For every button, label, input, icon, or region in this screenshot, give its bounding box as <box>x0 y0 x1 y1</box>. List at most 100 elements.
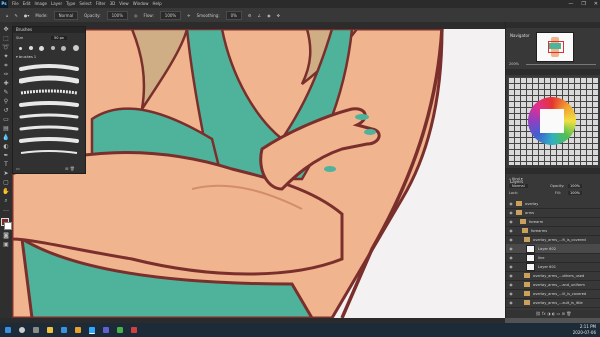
brush-tool-icon[interactable]: ✎ <box>15 13 18 18</box>
new-layer-icon[interactable]: ⊞ <box>562 311 565 316</box>
dodge-tool-icon[interactable]: ◐ <box>2 143 10 150</box>
visibility-eye-icon[interactable]: ◉ <box>508 219 514 224</box>
blur-tool-icon[interactable]: 💧 <box>2 134 10 141</box>
brush-preset[interactable] <box>72 45 79 51</box>
app-icon[interactable] <box>131 327 137 333</box>
menu-help[interactable]: Help <box>152 0 161 8</box>
home-icon[interactable]: ⌂ <box>6 13 9 18</box>
gradient-tool-icon[interactable]: ▤ <box>2 125 10 132</box>
move-tool-icon[interactable]: ✥ <box>2 26 10 33</box>
visibility-eye-icon[interactable]: ◉ <box>508 282 514 287</box>
lasso-tool-icon[interactable]: ➰ <box>2 44 10 51</box>
discord-icon[interactable] <box>103 327 109 333</box>
quick-select-tool-icon[interactable]: ✦ <box>2 53 10 60</box>
airbrush-icon[interactable]: ✈ <box>187 13 190 18</box>
navigator-zoom-slider[interactable] <box>526 64 596 65</box>
close-icon[interactable]: ✕ <box>594 0 598 8</box>
zoom-tool-icon[interactable]: ⌕ <box>2 197 10 204</box>
stamp-tool-icon[interactable]: ⚲ <box>2 98 10 105</box>
hand-tool-icon[interactable]: ✋ <box>2 188 10 195</box>
mode-select[interactable]: Normal <box>53 10 79 20</box>
more-tools-icon[interactable]: … <box>2 206 10 213</box>
menu-filter[interactable]: Filter <box>96 0 106 8</box>
menu-view[interactable]: View <box>119 0 129 8</box>
brush-tool-icon[interactable]: ✎ <box>2 89 10 96</box>
color-wheel-center[interactable] <box>540 109 564 133</box>
navigator-zoom[interactable]: 200% <box>509 62 519 66</box>
opacity-field[interactable]: 100% <box>106 10 129 20</box>
layer-opacity-field[interactable]: 100% <box>568 184 583 188</box>
firefox-icon[interactable] <box>75 327 81 333</box>
pressure-opacity-icon[interactable]: ◎ <box>134 13 138 18</box>
visibility-eye-icon[interactable]: ◉ <box>508 246 514 251</box>
quick-mask-icon[interactable]: ◙ <box>2 232 10 239</box>
visibility-eye-icon[interactable]: ◉ <box>508 264 514 269</box>
visibility-eye-icon[interactable]: ◉ <box>508 291 514 296</box>
path-select-icon[interactable]: ➤ <box>2 170 10 177</box>
adjustment-icon[interactable]: ◐ <box>552 311 556 316</box>
symmetry-icon[interactable]: ✥ <box>277 13 280 18</box>
visibility-eye-icon[interactable]: ◉ <box>508 210 514 215</box>
search-icon[interactable] <box>19 327 25 333</box>
group-icon[interactable]: ▭ <box>557 311 561 316</box>
visibility-eye-icon[interactable]: ◉ <box>508 237 514 242</box>
brush-preset[interactable] <box>19 46 23 50</box>
brush-preset[interactable] <box>39 45 45 51</box>
healing-tool-icon[interactable]: ✚ <box>2 80 10 87</box>
system-tray[interactable]: 2:11 PM 2020-07-06 <box>573 324 596 336</box>
crop-tool-icon[interactable]: ⌗ <box>2 62 10 69</box>
pen-tool-icon[interactable]: ✒ <box>2 152 10 159</box>
brush-preset[interactable] <box>50 46 55 50</box>
eraser-tool-icon[interactable]: ▭ <box>2 116 10 123</box>
screen-mode-icon[interactable]: ▣ <box>2 241 10 248</box>
smoothing-field[interactable]: 0% <box>225 10 242 20</box>
file-explorer-icon[interactable] <box>47 327 53 333</box>
eyedropper-tool-icon[interactable]: ✑ <box>2 71 10 78</box>
menu-file[interactable]: File <box>12 0 19 8</box>
task-view-icon[interactable] <box>33 327 39 333</box>
visibility-eye-icon[interactable]: ◉ <box>508 228 514 233</box>
navigator-view-box[interactable] <box>548 41 564 53</box>
visibility-eye-icon[interactable]: ◉ <box>508 201 514 206</box>
new-folder-icon[interactable]: ▭ <box>16 166 20 171</box>
photoshop-taskbar-icon[interactable] <box>89 326 95 334</box>
visibility-eye-icon[interactable]: ◉ <box>508 300 514 305</box>
edge-icon[interactable] <box>61 327 67 333</box>
menu-layer[interactable]: Layer <box>51 0 62 8</box>
pressure-size-icon[interactable]: ◉ <box>267 13 271 18</box>
layer-row[interactable]: ◉ overlay_arms_...ault_is_ittle <box>506 298 600 308</box>
brush-size-field[interactable]: 50 px <box>51 36 67 40</box>
visibility-eye-icon[interactable]: ◉ <box>508 273 514 278</box>
menu-select[interactable]: Select <box>79 0 91 8</box>
visibility-eye-icon[interactable]: ◉ <box>508 255 514 260</box>
windows-start-icon[interactable] <box>5 327 11 333</box>
menu-window[interactable]: Window <box>133 0 149 8</box>
brush-preset[interactable] <box>28 46 33 50</box>
type-tool-icon[interactable]: T <box>2 161 10 168</box>
link-icon[interactable]: ⛓ <box>536 311 541 316</box>
new-brush-icon[interactable]: ⊞ <box>65 166 68 171</box>
brush-preset[interactable] <box>61 45 67 51</box>
blend-mode-select[interactable]: Normal <box>509 184 528 188</box>
menu-image[interactable]: Image <box>34 0 47 8</box>
trash-icon[interactable]: 🗑 <box>566 311 571 316</box>
minimize-icon[interactable]: — <box>568 0 573 8</box>
navigator-thumbnail[interactable] <box>536 32 574 62</box>
menu-3d[interactable]: 3D <box>110 0 116 8</box>
history-brush-icon[interactable]: ↺ <box>2 107 10 114</box>
brush-folder[interactable]: ▾ brushes 1 <box>16 55 36 59</box>
shape-tool-icon[interactable]: ▢ <box>2 179 10 186</box>
fx-icon[interactable]: fx <box>542 311 546 316</box>
color-wheel-area[interactable] <box>508 77 598 165</box>
flow-field[interactable]: 100% <box>159 10 182 20</box>
settings-gear-icon[interactable]: ⚙ <box>248 13 252 18</box>
brush-size-preview[interactable]: ●▾ <box>24 13 30 18</box>
angle-icon[interactable]: ∠ <box>258 13 262 18</box>
background-color-swatch[interactable] <box>4 222 12 230</box>
brush-strokes-list[interactable] <box>19 63 79 163</box>
menu-edit[interactable]: Edit <box>23 0 31 8</box>
app-icon[interactable] <box>117 327 123 333</box>
restore-icon[interactable]: ❐ <box>581 0 585 8</box>
marquee-tool-icon[interactable]: ⬚ <box>2 35 10 42</box>
trash-icon[interactable]: 🗑 <box>70 166 75 171</box>
